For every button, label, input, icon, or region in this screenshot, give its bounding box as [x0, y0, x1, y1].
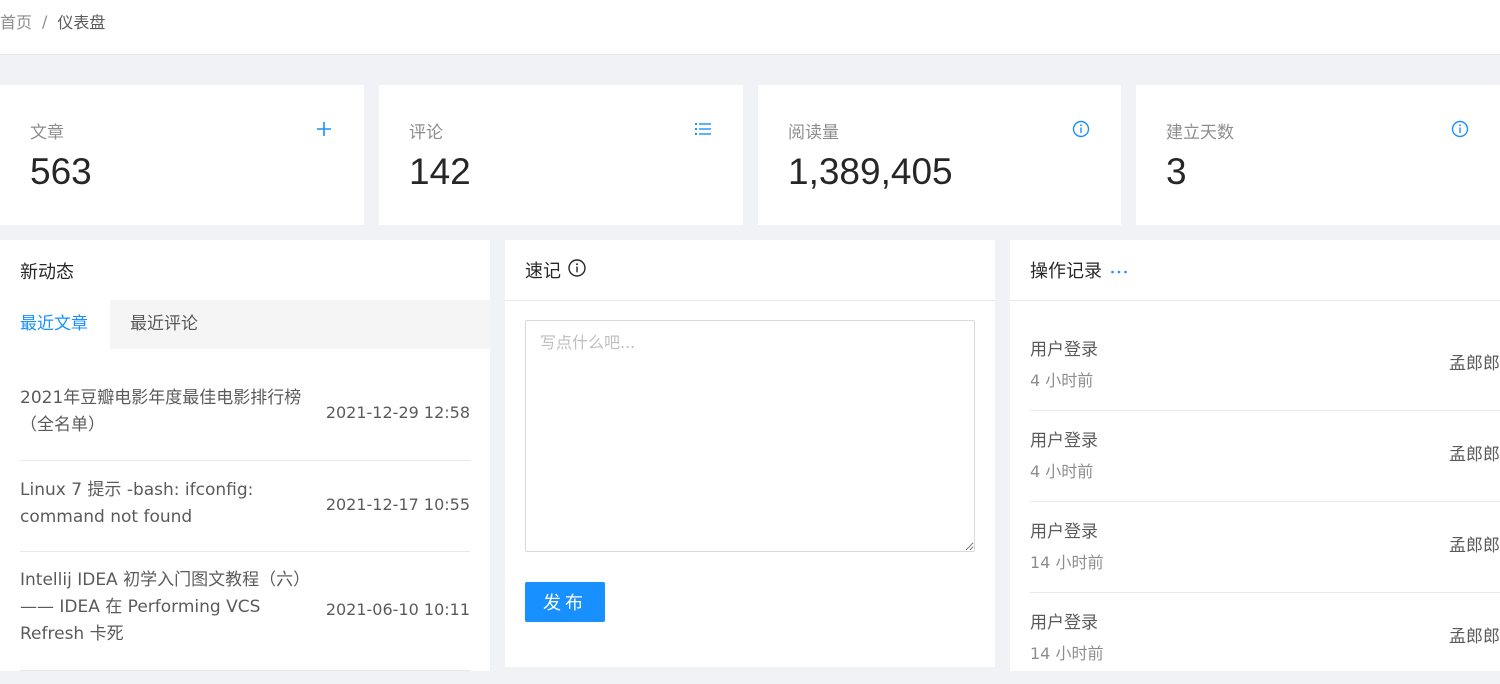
list-item: Linux 7 提示 -bash: ifconfig: command not … [20, 461, 470, 552]
plus-icon[interactable] [314, 119, 334, 139]
log-action: 用户登录 [1030, 340, 1098, 360]
post-title-link[interactable]: Linux 7 提示 -bash: ifconfig: command not … [20, 477, 320, 531]
info-icon[interactable] [567, 258, 587, 283]
log-user: 孟郎郎 [1449, 445, 1500, 465]
tab-recent-comments[interactable]: 最近评论 [110, 300, 198, 349]
log-time: 4 小时前 [1030, 371, 1094, 390]
stat-card-views: 阅读量 1,389,405 [758, 85, 1121, 225]
log-user: 孟郎郎 [1449, 354, 1500, 374]
stat-value: 142 [409, 151, 471, 192]
breadcrumb: 首页 / 仪表盘 [0, 9, 105, 33]
list-item: 用户登录 14 小时前 孟郎郎 [1030, 502, 1500, 593]
activity-card-header: 新动态 [0, 240, 490, 301]
stat-card-comments: 评论 142 [379, 85, 743, 225]
log-card: 操作记录 用户登录 4 小时前 孟郎郎 用户登录 4 小时前 孟郎郎 用户登录 … [1010, 240, 1500, 671]
log-action: 用户登录 [1030, 431, 1098, 451]
note-textarea[interactable] [525, 320, 975, 552]
post-date: 2021-06-10 10:11 [325, 600, 470, 619]
list-item: 2021年豆瓣电影年度最佳电影排行榜（全名单） 2021-12-29 12:58 [20, 370, 470, 461]
stat-value: 563 [30, 151, 92, 192]
post-date: 2021-12-17 10:55 [325, 495, 470, 514]
list-item: 用户登录 4 小时前 孟郎郎 [1030, 320, 1500, 411]
stat-card-posts: 文章 563 [0, 85, 364, 225]
list-item: 用户登录 14 小时前 孟郎郎 [1030, 593, 1500, 684]
note-card: 速记 发布 [505, 240, 995, 667]
activity-card: 新动态 最近文章 最近评论 2021年豆瓣电影年度最佳电影排行榜（全名单） 20… [0, 240, 490, 671]
stat-label: 阅读量 [788, 123, 839, 143]
info-icon[interactable] [1071, 119, 1091, 139]
stat-card-days: 建立天数 3 [1136, 85, 1500, 225]
log-time: 14 小时前 [1030, 553, 1104, 572]
publish-button[interactable]: 发布 [525, 582, 605, 622]
list-item: Intellij IDEA 初学入门图文教程（六） —— IDEA 在 Perf… [20, 552, 470, 671]
log-user: 孟郎郎 [1449, 536, 1500, 556]
note-card-header: 速记 [505, 240, 995, 301]
stat-value: 1,389,405 [788, 151, 953, 192]
stat-value: 3 [1166, 151, 1187, 192]
more-icon[interactable] [1110, 260, 1128, 281]
log-time: 4 小时前 [1030, 462, 1094, 481]
log-card-title: 操作记录 [1030, 261, 1102, 282]
post-date: 2021-12-29 12:58 [325, 403, 470, 422]
list-item: 用户登录 4 小时前 孟郎郎 [1030, 411, 1500, 502]
log-card-header: 操作记录 [1010, 240, 1500, 301]
top-bar: 首页 / 仪表盘 [0, 0, 1500, 55]
activity-card-title: 新动态 [20, 261, 74, 283]
stat-label: 文章 [30, 123, 64, 143]
breadcrumb-home-link[interactable]: 首页 [0, 9, 32, 33]
log-time: 14 小时前 [1030, 644, 1104, 663]
note-card-title: 速记 [525, 261, 561, 282]
activity-tabs: 最近文章 最近评论 [0, 300, 490, 349]
info-icon[interactable] [1450, 119, 1470, 139]
log-action: 用户登录 [1030, 522, 1098, 542]
log-user: 孟郎郎 [1449, 627, 1500, 647]
stat-label: 建立天数 [1166, 123, 1234, 143]
list-icon[interactable] [693, 119, 713, 139]
log-action: 用户登录 [1030, 613, 1098, 633]
post-title-link[interactable]: 2021年豆瓣电影年度最佳电影排行榜（全名单） [20, 385, 320, 439]
breadcrumb-current: 仪表盘 [57, 13, 106, 32]
post-title-link[interactable]: Intellij IDEA 初学入门图文教程（六） —— IDEA 在 Perf… [20, 567, 320, 648]
tab-recent-posts[interactable]: 最近文章 [0, 300, 110, 349]
stat-label: 评论 [409, 123, 443, 143]
breadcrumb-separator: / [42, 11, 48, 31]
